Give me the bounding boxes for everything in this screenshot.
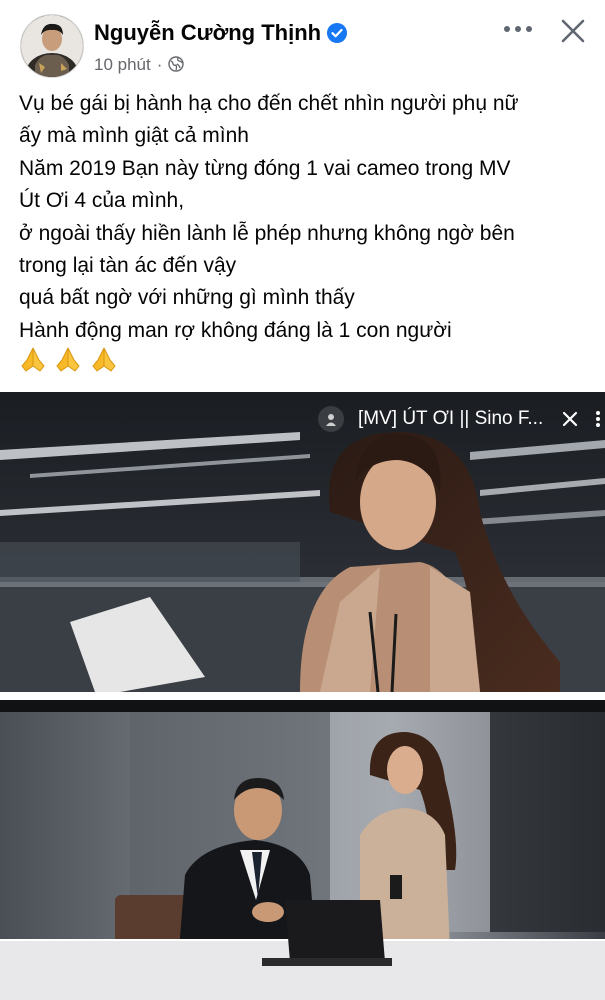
post-text-line: Vụ bé gái bị hành hạ cho đến chết nhìn n… (19, 92, 519, 115)
photo-screenshot[interactable] (0, 700, 605, 1000)
author-name-row[interactable]: Nguyễn Cường Thịnh (94, 20, 348, 46)
post-text: Vụ bé gái bị hành hạ cho đến chết nhìn n… (19, 88, 589, 347)
media-divider (0, 692, 605, 700)
facebook-post: Nguyễn Cường Thịnh 10 phút · Vụ bé gái b… (0, 0, 605, 1000)
avatar-image (21, 15, 83, 77)
post-text-line: ấy mà mình giật cả mình (19, 124, 249, 148)
post-header: Nguyễn Cường Thịnh 10 phút · (0, 0, 605, 86)
globe-icon[interactable] (168, 56, 185, 72)
author-name[interactable]: Nguyễn Cường Thịnh (94, 20, 321, 45)
emoji-row (18, 344, 120, 376)
close-icon[interactable] (559, 408, 581, 430)
close-post-button[interactable] (556, 14, 590, 48)
folded-hands-icon (21, 347, 45, 372)
video-title-bar[interactable]: [MV] ÚT ƠI || Sino F... (318, 402, 603, 436)
post-text-line: ở ngoài thấy hiền lành lễ phép nhưng khô… (19, 221, 515, 245)
post-meta: 10 phút · (94, 55, 185, 75)
folded-hands-icon (56, 347, 81, 372)
more-options-button[interactable] (500, 14, 536, 44)
author-avatar[interactable] (20, 14, 84, 78)
post-text-line: Út Ơi 4 của mình, (19, 189, 185, 213)
meta-separator: · (156, 55, 163, 74)
video-title[interactable]: [MV] ÚT ƠI || Sino F... (358, 408, 543, 430)
office-scene-image (0, 700, 605, 1000)
post-text-line: Hành động man rợ không đáng là 1 con ngư… (19, 318, 452, 342)
channel-avatar-icon (318, 406, 344, 432)
close-icon (561, 19, 585, 43)
more-vertical-icon[interactable] (593, 408, 603, 430)
verified-badge-icon (327, 23, 348, 43)
post-time[interactable]: 10 phút (94, 55, 151, 74)
post-text-line: quá bất ngờ với những gì mình thấy (19, 286, 355, 310)
more-horizontal-icon (504, 26, 532, 32)
post-text-line: trong lại tàn ác đến vậy (19, 254, 237, 278)
folded-hands-icon (92, 347, 116, 372)
video-screenshot[interactable]: [MV] ÚT ƠI || Sino F... (0, 392, 605, 692)
video-frame-image (0, 392, 605, 692)
post-text-line: Năm 2019 Bạn này từng đóng 1 vai cameo t… (19, 156, 511, 180)
